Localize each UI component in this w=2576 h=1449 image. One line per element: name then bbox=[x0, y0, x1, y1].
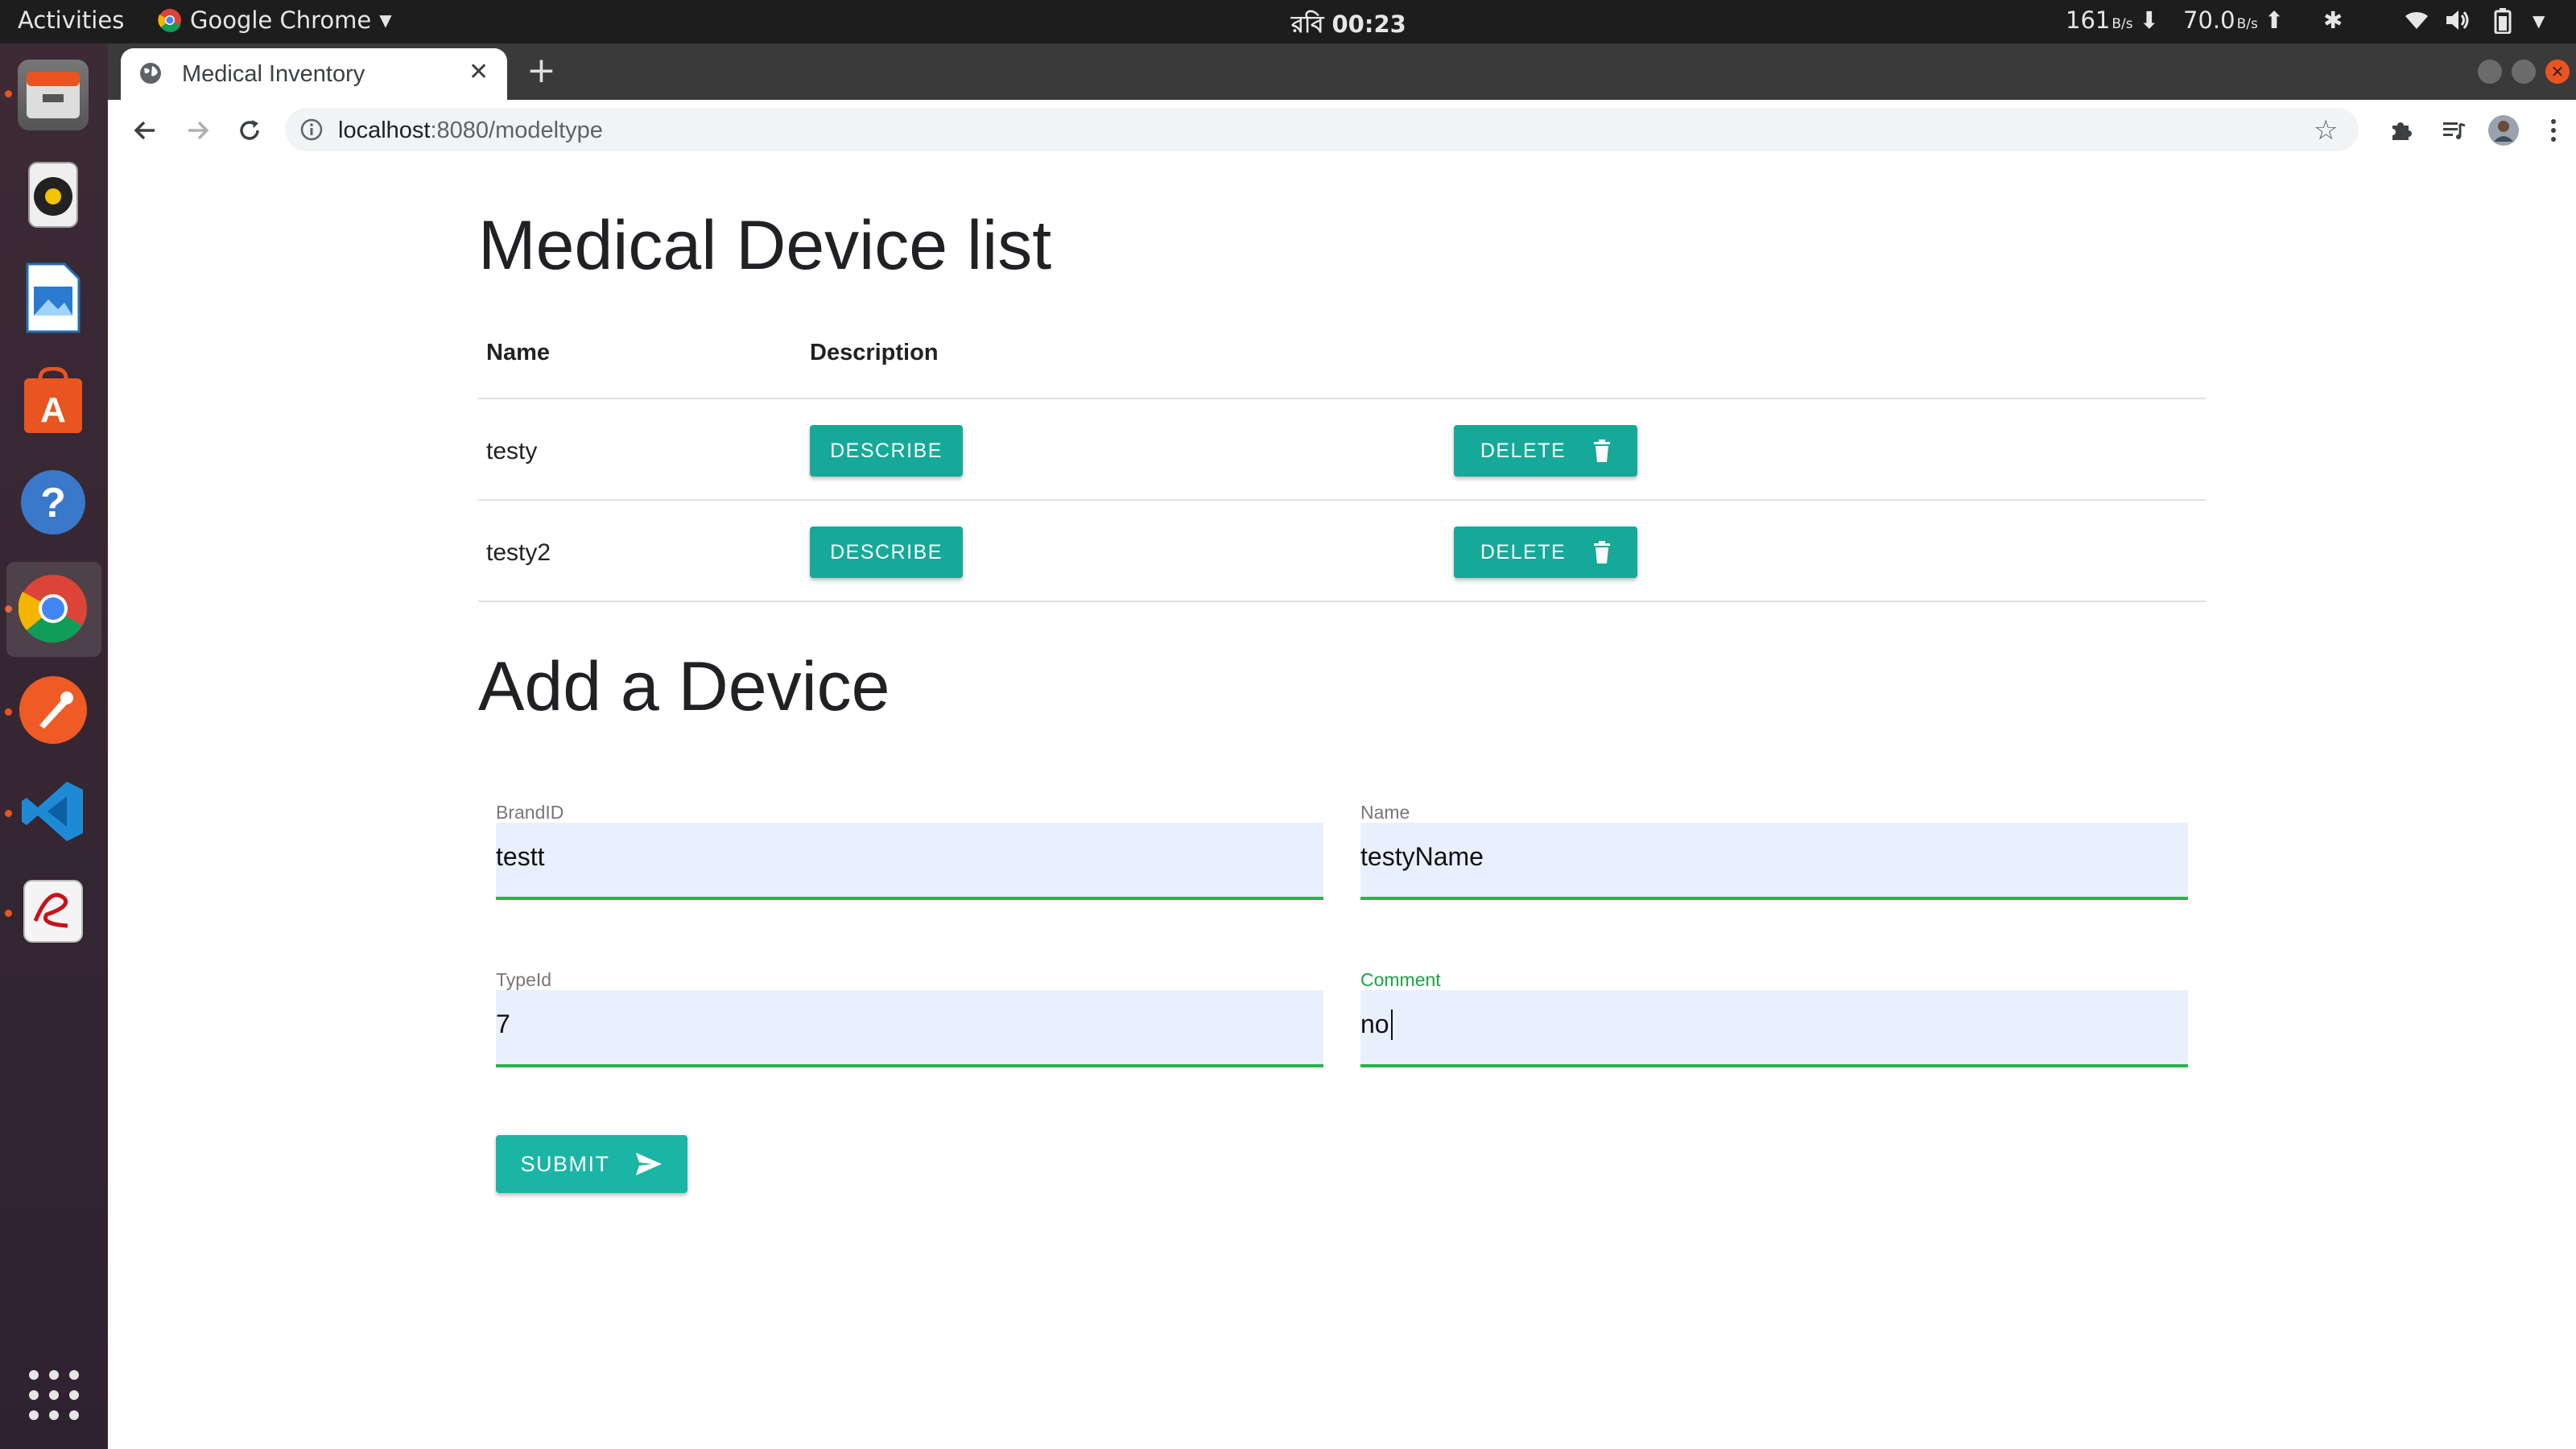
device-name-cell: testy2 bbox=[486, 539, 551, 566]
reload-icon[interactable] bbox=[229, 109, 270, 151]
info-icon[interactable] bbox=[299, 118, 324, 145]
running-indicator bbox=[5, 708, 12, 716]
maximize-window-button[interactable] bbox=[2512, 60, 2536, 84]
brandid-field[interactable]: testt bbox=[496, 823, 1323, 900]
show-applications-icon[interactable] bbox=[27, 1368, 80, 1422]
rhythmbox-icon[interactable] bbox=[18, 159, 89, 230]
chevron-down-icon: ▼ bbox=[379, 10, 392, 30]
app-menu[interactable]: Google Chrome ▼ bbox=[158, 6, 392, 34]
forward-icon[interactable] bbox=[177, 109, 219, 151]
typeid-value: 7 bbox=[496, 1009, 510, 1038]
tab-strip: Medical Inventory ✕ + ✕ bbox=[108, 43, 2576, 100]
battery-icon[interactable] bbox=[2494, 8, 2512, 39]
svg-text:A: A bbox=[40, 390, 66, 430]
name-value: testyName bbox=[1360, 842, 1484, 871]
net-speed-up: 70.0 B/s ⬆ bbox=[2183, 6, 2284, 34]
column-header-name: Name bbox=[486, 340, 550, 365]
media-control-icon[interactable] bbox=[2433, 109, 2475, 151]
new-tab-icon[interactable]: + bbox=[526, 52, 556, 90]
help-icon[interactable]: ? bbox=[18, 467, 89, 538]
postman-icon[interactable] bbox=[18, 675, 89, 745]
minimize-window-button[interactable] bbox=[2478, 60, 2502, 84]
running-indicator bbox=[5, 810, 12, 817]
tab-title: Medical Inventory bbox=[182, 61, 365, 87]
delete-button[interactable]: DELETE bbox=[1454, 425, 1637, 477]
chrome-menu-icon[interactable] bbox=[2533, 109, 2574, 151]
url-text[interactable]: localhost:8080/modeltype bbox=[338, 118, 603, 144]
svg-text:?: ? bbox=[40, 480, 66, 526]
extensions-icon[interactable] bbox=[2380, 109, 2421, 151]
tab-medical-inventory[interactable]: Medical Inventory ✕ bbox=[121, 48, 507, 100]
vscode-icon[interactable] bbox=[18, 776, 89, 847]
close-window-button[interactable]: ✕ bbox=[2545, 60, 2570, 84]
volume-icon[interactable] bbox=[2444, 8, 2471, 38]
bookmark-star-icon[interactable]: ☆ bbox=[2314, 114, 2338, 147]
delete-label: DELETE bbox=[1480, 540, 1567, 564]
name-label: Name bbox=[1360, 802, 1410, 823]
bluetooth-icon[interactable]: ✱ bbox=[2323, 6, 2343, 34]
net-speed-down: 161 B/s ⬇ bbox=[2066, 6, 2159, 34]
net-down-unit: B/s bbox=[2112, 16, 2133, 32]
table-divider bbox=[478, 601, 2206, 602]
net-down-value: 161 bbox=[2066, 6, 2111, 34]
running-indicator bbox=[5, 90, 12, 97]
comment-label: Comment bbox=[1360, 969, 1441, 990]
chrome-small-icon bbox=[158, 9, 181, 32]
close-tab-icon[interactable]: ✕ bbox=[469, 58, 489, 86]
url-path: :8080/modeltype bbox=[430, 118, 603, 143]
back-icon[interactable] bbox=[124, 109, 166, 151]
delete-label: DELETE bbox=[1480, 439, 1567, 462]
comment-value: no bbox=[1360, 1009, 1389, 1038]
text-cursor bbox=[1391, 1009, 1393, 1040]
system-top-bar: Activities Google Chrome ▼ রবি 00:23 161… bbox=[0, 0, 2576, 43]
document-viewer-icon[interactable] bbox=[18, 262, 89, 333]
brandid-label: BrandID bbox=[496, 802, 564, 823]
device-name-cell: testy bbox=[486, 438, 538, 464]
comment-field[interactable]: no bbox=[1360, 990, 2188, 1067]
column-header-description: Description bbox=[810, 340, 939, 365]
url-host: localhost bbox=[338, 118, 431, 143]
form-title: Add a Device bbox=[478, 648, 890, 725]
wifi-icon[interactable] bbox=[2404, 8, 2429, 38]
ubuntu-dock: A ? bbox=[0, 43, 108, 1449]
describe-button[interactable]: DESCRIBE bbox=[810, 425, 963, 477]
brandid-value: testt bbox=[496, 842, 545, 871]
files-icon[interactable] bbox=[18, 60, 89, 130]
trash-icon bbox=[1594, 440, 1611, 462]
table-divider bbox=[478, 398, 2206, 399]
table-divider bbox=[478, 499, 2206, 501]
trash-icon bbox=[1594, 541, 1611, 564]
clock[interactable]: রবি 00:23 bbox=[1291, 6, 1406, 46]
profile-avatar[interactable] bbox=[2483, 109, 2524, 151]
submit-button[interactable]: SUBMIT bbox=[496, 1135, 687, 1193]
name-field[interactable]: testyName bbox=[1360, 823, 2188, 900]
net-up-value: 70.0 bbox=[2183, 6, 2235, 34]
browser-toolbar: localhost:8080/modeltype ☆ bbox=[108, 100, 2576, 163]
describe-button[interactable]: DESCRIBE bbox=[810, 526, 963, 578]
net-up-unit: B/s bbox=[2236, 16, 2258, 32]
typeid-label: TypeId bbox=[496, 969, 552, 990]
list-title: Medical Device list bbox=[478, 207, 1052, 284]
arrow-down-icon: ⬇ bbox=[2139, 6, 2159, 34]
evince-icon[interactable] bbox=[18, 876, 89, 947]
activities-button[interactable]: Activities bbox=[18, 6, 124, 34]
chrome-window: Medical Inventory ✕ + ✕ localhost:8080/m… bbox=[108, 43, 2576, 1449]
delete-button[interactable]: DELETE bbox=[1454, 526, 1637, 578]
chrome-icon[interactable] bbox=[18, 573, 89, 644]
submit-label: SUBMIT bbox=[520, 1151, 610, 1176]
software-center-icon[interactable]: A bbox=[18, 365, 89, 436]
address-bar[interactable]: localhost:8080/modeltype ☆ bbox=[285, 108, 2359, 151]
system-menu-chevron-icon[interactable]: ▼ bbox=[2533, 11, 2545, 31]
running-indicator bbox=[5, 910, 12, 917]
globe-icon bbox=[138, 61, 163, 89]
page-content: Medical Device list Name Description tes… bbox=[108, 161, 2576, 1449]
app-name: Google Chrome bbox=[190, 6, 372, 34]
send-icon bbox=[635, 1153, 662, 1175]
typeid-field[interactable]: 7 bbox=[496, 990, 1323, 1067]
arrow-up-icon: ⬆ bbox=[2264, 6, 2285, 34]
